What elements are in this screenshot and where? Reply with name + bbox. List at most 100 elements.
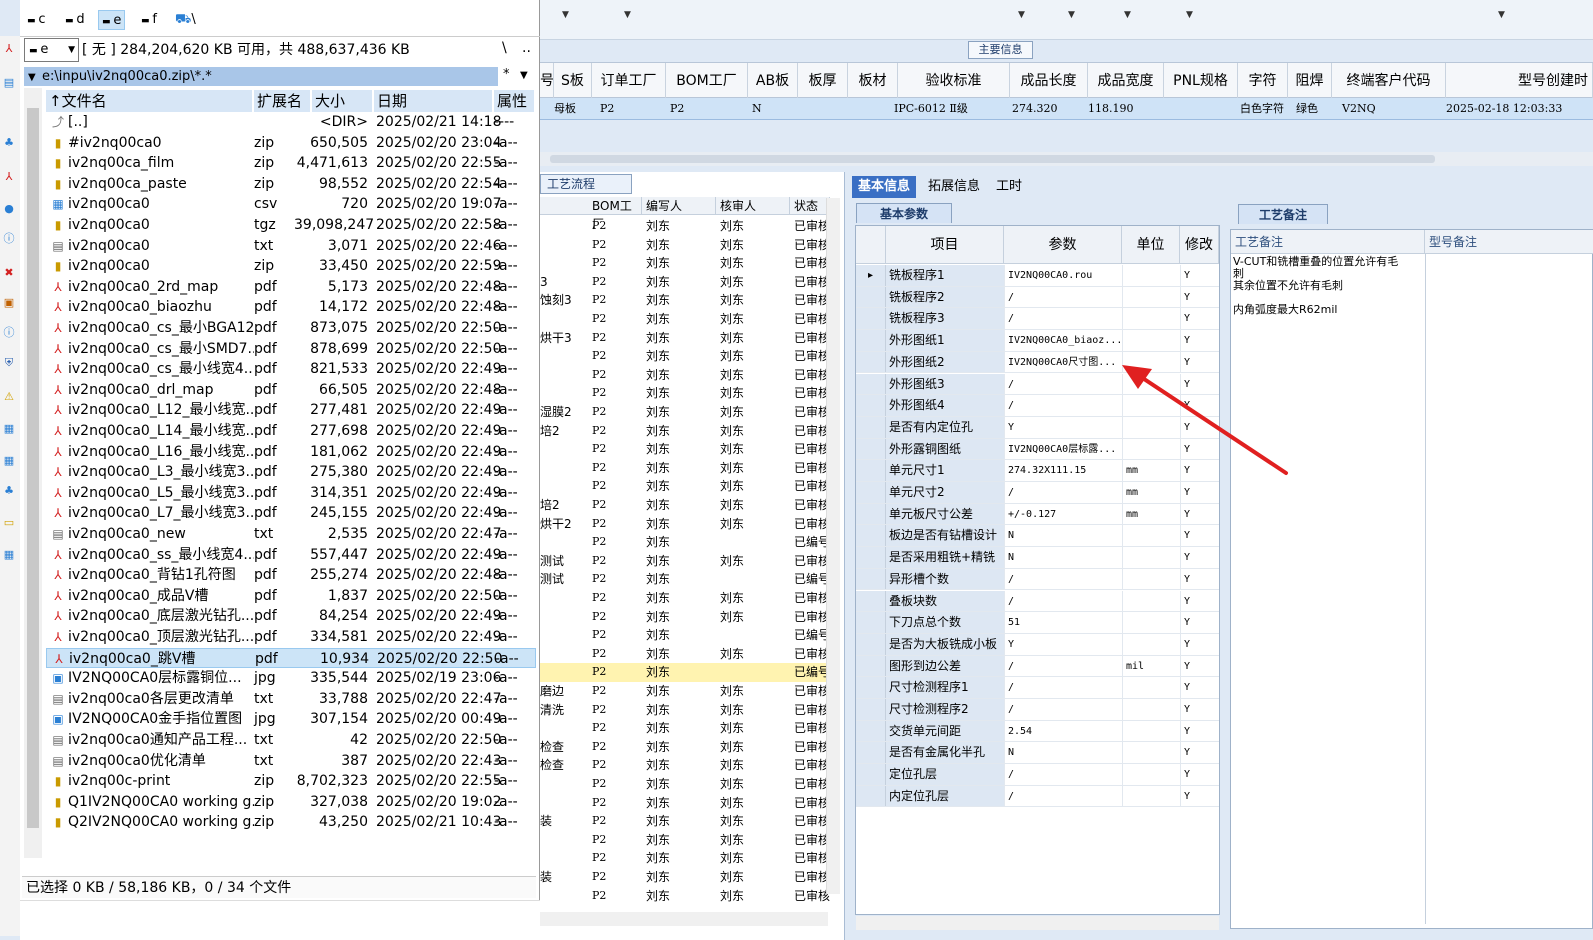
col-header[interactable]: 参数 [1004,226,1122,264]
file-row[interactable]: ▤ iv2nq00ca0各层更改清单 txt 33,788 2025/02/20 22:… [46,689,536,710]
param-cell-v[interactable]: IV2NQ00CA0尺寸图... [1004,351,1122,373]
file-row[interactable]: ⅄ iv2nq00ca0_成品V槽 pdf 1,837 2025/02/20 22:50… [46,586,536,607]
process-row[interactable]: 清洗 P2 刘东 刘东 已审核 [540,701,830,720]
col-header[interactable]: 成品宽度 [1088,63,1164,99]
process-row[interactable]: P2 刘东 已编号 [540,626,830,645]
param-cell-v[interactable]: / [1004,677,1122,698]
process-row[interactable]: P2 刘东 刘东 已审核 [540,775,830,794]
col-header[interactable]: 状态 [790,197,830,215]
col-header[interactable]: BOM工厂 [666,63,748,99]
file-row[interactable]: ▮ Q1IV2NQ00CA0 working g... zip 327,038 2025… [46,792,536,813]
file-row[interactable]: ▮ iv2nq00ca0 tgz 39,098,247 2025/02/20 22:58… [46,215,536,236]
process-row[interactable]: 培2 P2 刘东 刘东 已审核 [540,422,830,441]
drive-button-d[interactable]: ▬ d [62,10,88,30]
col-header[interactable]: 修改 [1180,226,1219,264]
col-header[interactable]: 字符 [1238,63,1288,99]
file-row[interactable]: ⅄ iv2nq00ca0_底层激光钻孔... pdf 84,254 2025/02/20… [46,606,536,627]
process-row[interactable]: P2 刘东 刘东 已审核 [540,236,830,255]
process-row[interactable]: 检查 P2 刘东 刘东 已审核 [540,738,830,757]
process-row[interactable]: P2 刘东 刘东 已审核 [540,589,830,608]
param-row[interactable]: 下刀点总个数 51 Y [856,612,1219,634]
param-row[interactable]: 单元尺寸2/mm Y [856,482,1219,504]
col-header[interactable]: 终端客户代码 [1332,63,1446,99]
col-header[interactable]: 单位 [1122,226,1180,264]
dropdown-arrow-icon[interactable]: ▼ [1124,10,1131,20]
col-header[interactable]: 阻焊 [1288,63,1332,99]
param-row[interactable]: 尺寸检测程序1/ Y [856,677,1219,699]
process-row[interactable]: 装 P2 刘东 刘东 已审核 [540,868,830,887]
tab-process-flow[interactable]: 工艺流程 [540,174,632,194]
process-row[interactable]: P2 刘东 刘东 已审核 [540,608,830,627]
file-row[interactable]: ⅄ iv2nq00ca0_L3_最小线宽3... pdf 275,380 2025/02… [46,462,536,483]
dropdown-arrow-icon[interactable]: ▼ [624,10,631,20]
process-row[interactable]: P2 刘东 刘东 已审核 [540,384,830,403]
param-cell-v[interactable]: / [1004,373,1122,395]
dropdown-arrow-icon[interactable]: ▼ [1018,10,1025,20]
param-cell-v[interactable]: 51 [1004,612,1122,633]
param-row[interactable]: 尺寸检测程序2/ Y [856,699,1219,721]
param-cell-v[interactable]: / [1004,568,1122,590]
process-row[interactable]: 蚀刻3 P2 刘东 刘东 已审核 [540,291,830,310]
drive-button-c[interactable]: ▬ c [24,10,49,30]
param-cell-v[interactable]: / [1004,395,1122,416]
col-header[interactable]: 型号创建时 [1446,63,1593,99]
pdf-icon[interactable]: ⅄ [2,170,16,184]
col-header[interactable]: 订单工厂 [592,63,666,99]
param-cell-v[interactable]: 274.32X111.15 [1004,460,1122,481]
col-header[interactable]: 成品长度 [1010,63,1088,99]
col-header[interactable]: 核审人 [716,197,790,215]
param-row[interactable]: 单元板尺寸公差 +/-0.127 mm Y [856,503,1219,526]
process-row[interactable]: 3 P2 刘东 刘东 已审核 [540,273,830,292]
dropdown-arrow-icon[interactable]: ▼ [562,10,569,20]
network-icon[interactable]: ♣ [2,484,16,498]
col-header[interactable]: 板材 [848,63,898,99]
vertical-scrollbar[interactable] [826,198,840,894]
param-cell-v[interactable]: N [1004,547,1122,568]
col-header[interactable]: 号 [540,63,554,99]
process-row[interactable]: 烘干2 P2 刘东 刘东 已审核 [540,515,830,534]
file-row[interactable]: ⅄ iv2nq00ca0_cs_最小线宽4... pdf 821,533 2025/02… [46,359,536,380]
param-cell-v[interactable]: IV2NQ00CA0层标露... [1004,438,1122,460]
file-row[interactable]: ▮ iv2nq00c-print zip 8,702,323 2025/02/20 22… [46,771,536,792]
file-row[interactable]: ▦ iv2nq00ca0 csv 720 2025/02/20 19:07 -a-- [46,194,536,215]
param-cell-v[interactable]: / [1004,308,1122,330]
col-header-ext[interactable]: 扩展名 [254,90,312,112]
param-cell-v[interactable]: 2.54 [1004,720,1122,742]
file-row[interactable]: ▤ iv2nq00ca0_new txt 2,535 2025/02/20 22:47-… [46,524,536,545]
file-row[interactable]: ⤴ [..] <DIR> 2025/02/21 14:18 ---- [46,112,536,133]
file-row[interactable]: ▮ iv2nq00ca0 zip 33,450 2025/02/20 22:59 -a-- [46,256,536,277]
process-row[interactable]: P2 刘东 刘东 已审核 [540,217,830,236]
parent-button[interactable]: .. [522,40,531,56]
process-row[interactable]: P2 刘东 已编号 [540,663,830,682]
col-header[interactable]: 项目 [886,226,1004,264]
document-icon[interactable]: ▦ [2,454,16,468]
file-row[interactable]: ⅄ iv2nq00ca0_ss_最小线宽4... pdf 557,447 2025/02… [46,545,536,566]
param-row[interactable]: 交货单元间距 2.54 Y [856,720,1219,743]
param-cell-v[interactable]: IV2NQ00CA0_biaoz... [1004,330,1122,351]
param-row[interactable]: 是否采用粗铣+精铣 N Y [856,547,1219,569]
folder-icon[interactable]: ▭ [2,516,16,530]
file-row[interactable]: ⅄ iv2nq00ca0_cs_最小BGA12... pdf 873,075 2025/… [46,318,536,339]
process-row[interactable]: 培2 P2 刘东 刘东 已审核 [540,496,830,515]
network-drive-button[interactable]: ⛟\ [172,10,199,30]
process-row[interactable]: P2 刘东 刘东 已审核 [540,366,830,385]
drive-button-e[interactable]: ▬ e [98,10,126,30]
col-header-name[interactable]: ↑文件名 [46,90,254,112]
file-row[interactable]: ⅄ iv2nq00ca0_L12_最小线宽... pdf 277,481 2025/02… [46,400,536,421]
chevron-down-icon[interactable]: ▼ [520,70,528,81]
file-row[interactable]: ⅄ iv2nq00ca0_L5_最小线宽3... pdf 314,351 2025/02… [46,483,536,504]
col-header[interactable]: PNL规格 [1164,63,1238,99]
info-icon[interactable]: ⓘ [2,326,16,340]
warning-icon[interactable]: ⚠ [2,390,16,404]
process-row[interactable]: P2 刘东 刘东 已审核 [540,477,830,496]
param-row[interactable]: 异形槽个数 / Y [856,568,1219,591]
col-header-date[interactable]: 日期 [374,90,494,112]
dropdown-arrow-icon[interactable]: ▼ [1498,10,1505,20]
pdf-icon[interactable]: ⅄ [2,42,16,56]
file-row[interactable]: ▮ #iv2nq00ca0 zip 650,505 2025/02/20 23:04 -a… [46,133,536,154]
file-row[interactable]: ⅄ iv2nq00ca0_背钻1孔符图 pdf 255,274 2025/02/20 2… [46,565,536,586]
file-row[interactable]: ▤ iv2nq00ca0 txt 3,071 2025/02/20 22:46 -a-- [46,236,536,257]
image-icon[interactable]: ▣ [2,296,16,310]
param-row[interactable]: ▸ 铣板程序1 IV2NQ00CA0.rou Y [856,265,1219,287]
process-row[interactable]: 测试 P2 刘东 已编号 [540,570,830,589]
